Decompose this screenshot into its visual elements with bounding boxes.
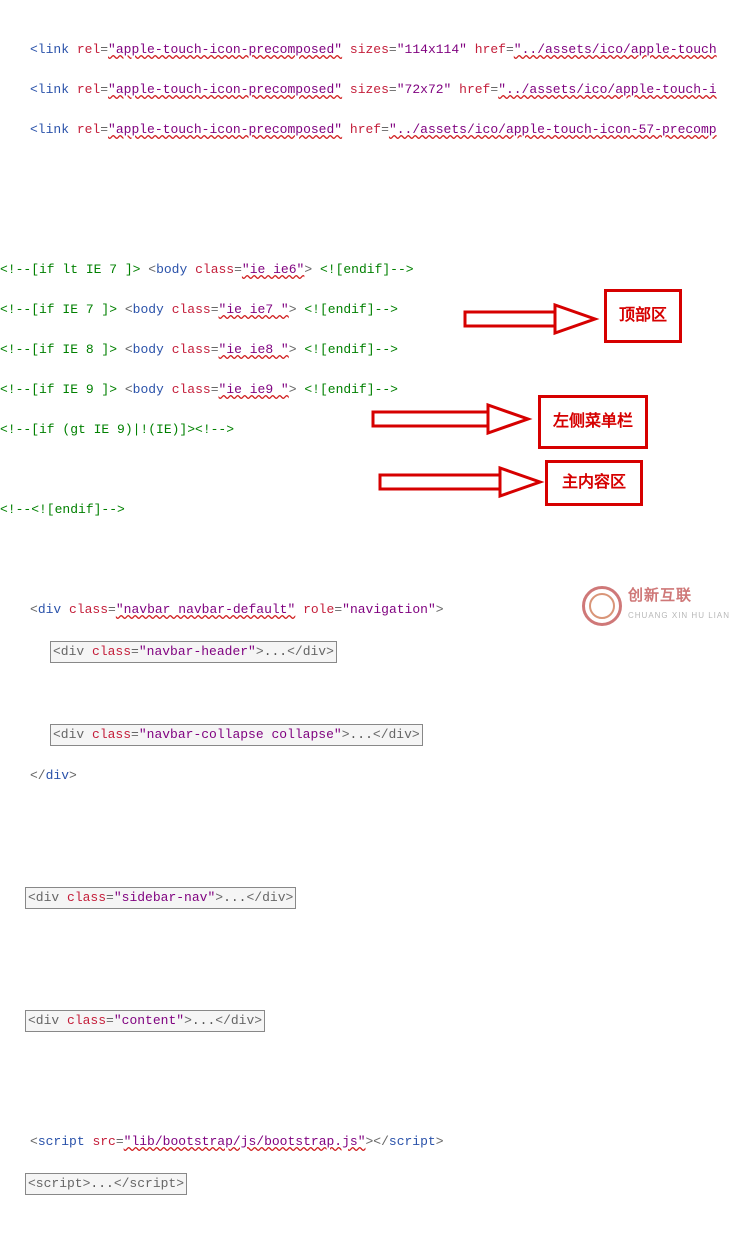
arrow-icon — [368, 400, 533, 440]
attr-value: "apple-touch-icon-precomposed" — [108, 82, 342, 97]
code-line: <link rel="apple-touch-icon-precomposed"… — [0, 40, 732, 60]
watermark-subname: CHUANG XIN HU LIAN — [628, 606, 730, 626]
code-line: <link rel="apple-touch-icon-precomposed"… — [0, 120, 732, 140]
navbar-close: </div> — [0, 766, 732, 786]
arrow-icon — [460, 300, 600, 340]
folded-region[interactable]: <div class="sidebar-nav">...</div> — [25, 887, 296, 909]
conditional-comment: <!--[if IE 8 ]> <body class="ie ie8 "> <… — [0, 340, 732, 360]
attr-value: "72x72" — [397, 82, 452, 97]
attr-value: "apple-touch-icon-precomposed" — [108, 122, 342, 137]
watermark-logo: 创新互联 CHUANG XIN HU LIAN — [582, 586, 730, 626]
script-tag: <script src="lib/bootstrap/js/bootstrap.… — [0, 1132, 732, 1152]
attr-value: "../assets/ico/apple-touch-i — [498, 82, 716, 97]
label-top-region: 顶部区 — [604, 289, 682, 343]
code-block: <link rel="apple-touch-icon-precomposed"… — [0, 0, 732, 1256]
folded-region[interactable]: <script>...</script> — [25, 1173, 187, 1195]
conditional-comment: <!--[if lt IE 7 ]> <body class="ie ie6">… — [0, 260, 732, 280]
folded-region[interactable]: <div class="content">...</div> — [25, 1010, 265, 1032]
arrow-icon — [375, 463, 545, 503]
attr-value: "../assets/ico/apple-touch — [514, 42, 717, 57]
logo-icon — [582, 586, 622, 626]
attr-value: "114x114" — [397, 42, 467, 57]
label-left-sidebar: 左侧菜单栏 — [538, 395, 648, 449]
watermark-name: 创新互联 — [628, 586, 730, 606]
code-line: <link rel="apple-touch-icon-precomposed"… — [0, 80, 732, 100]
attr-value: "../assets/ico/apple-touch-icon-57-preco… — [389, 122, 717, 137]
label-main-content: 主内容区 — [545, 460, 643, 506]
folded-region[interactable]: <div class="navbar-collapse collapse">..… — [50, 724, 423, 746]
folded-region[interactable]: <div class="navbar-header">...</div> — [50, 641, 337, 663]
attr-value: "apple-touch-icon-precomposed" — [108, 42, 342, 57]
